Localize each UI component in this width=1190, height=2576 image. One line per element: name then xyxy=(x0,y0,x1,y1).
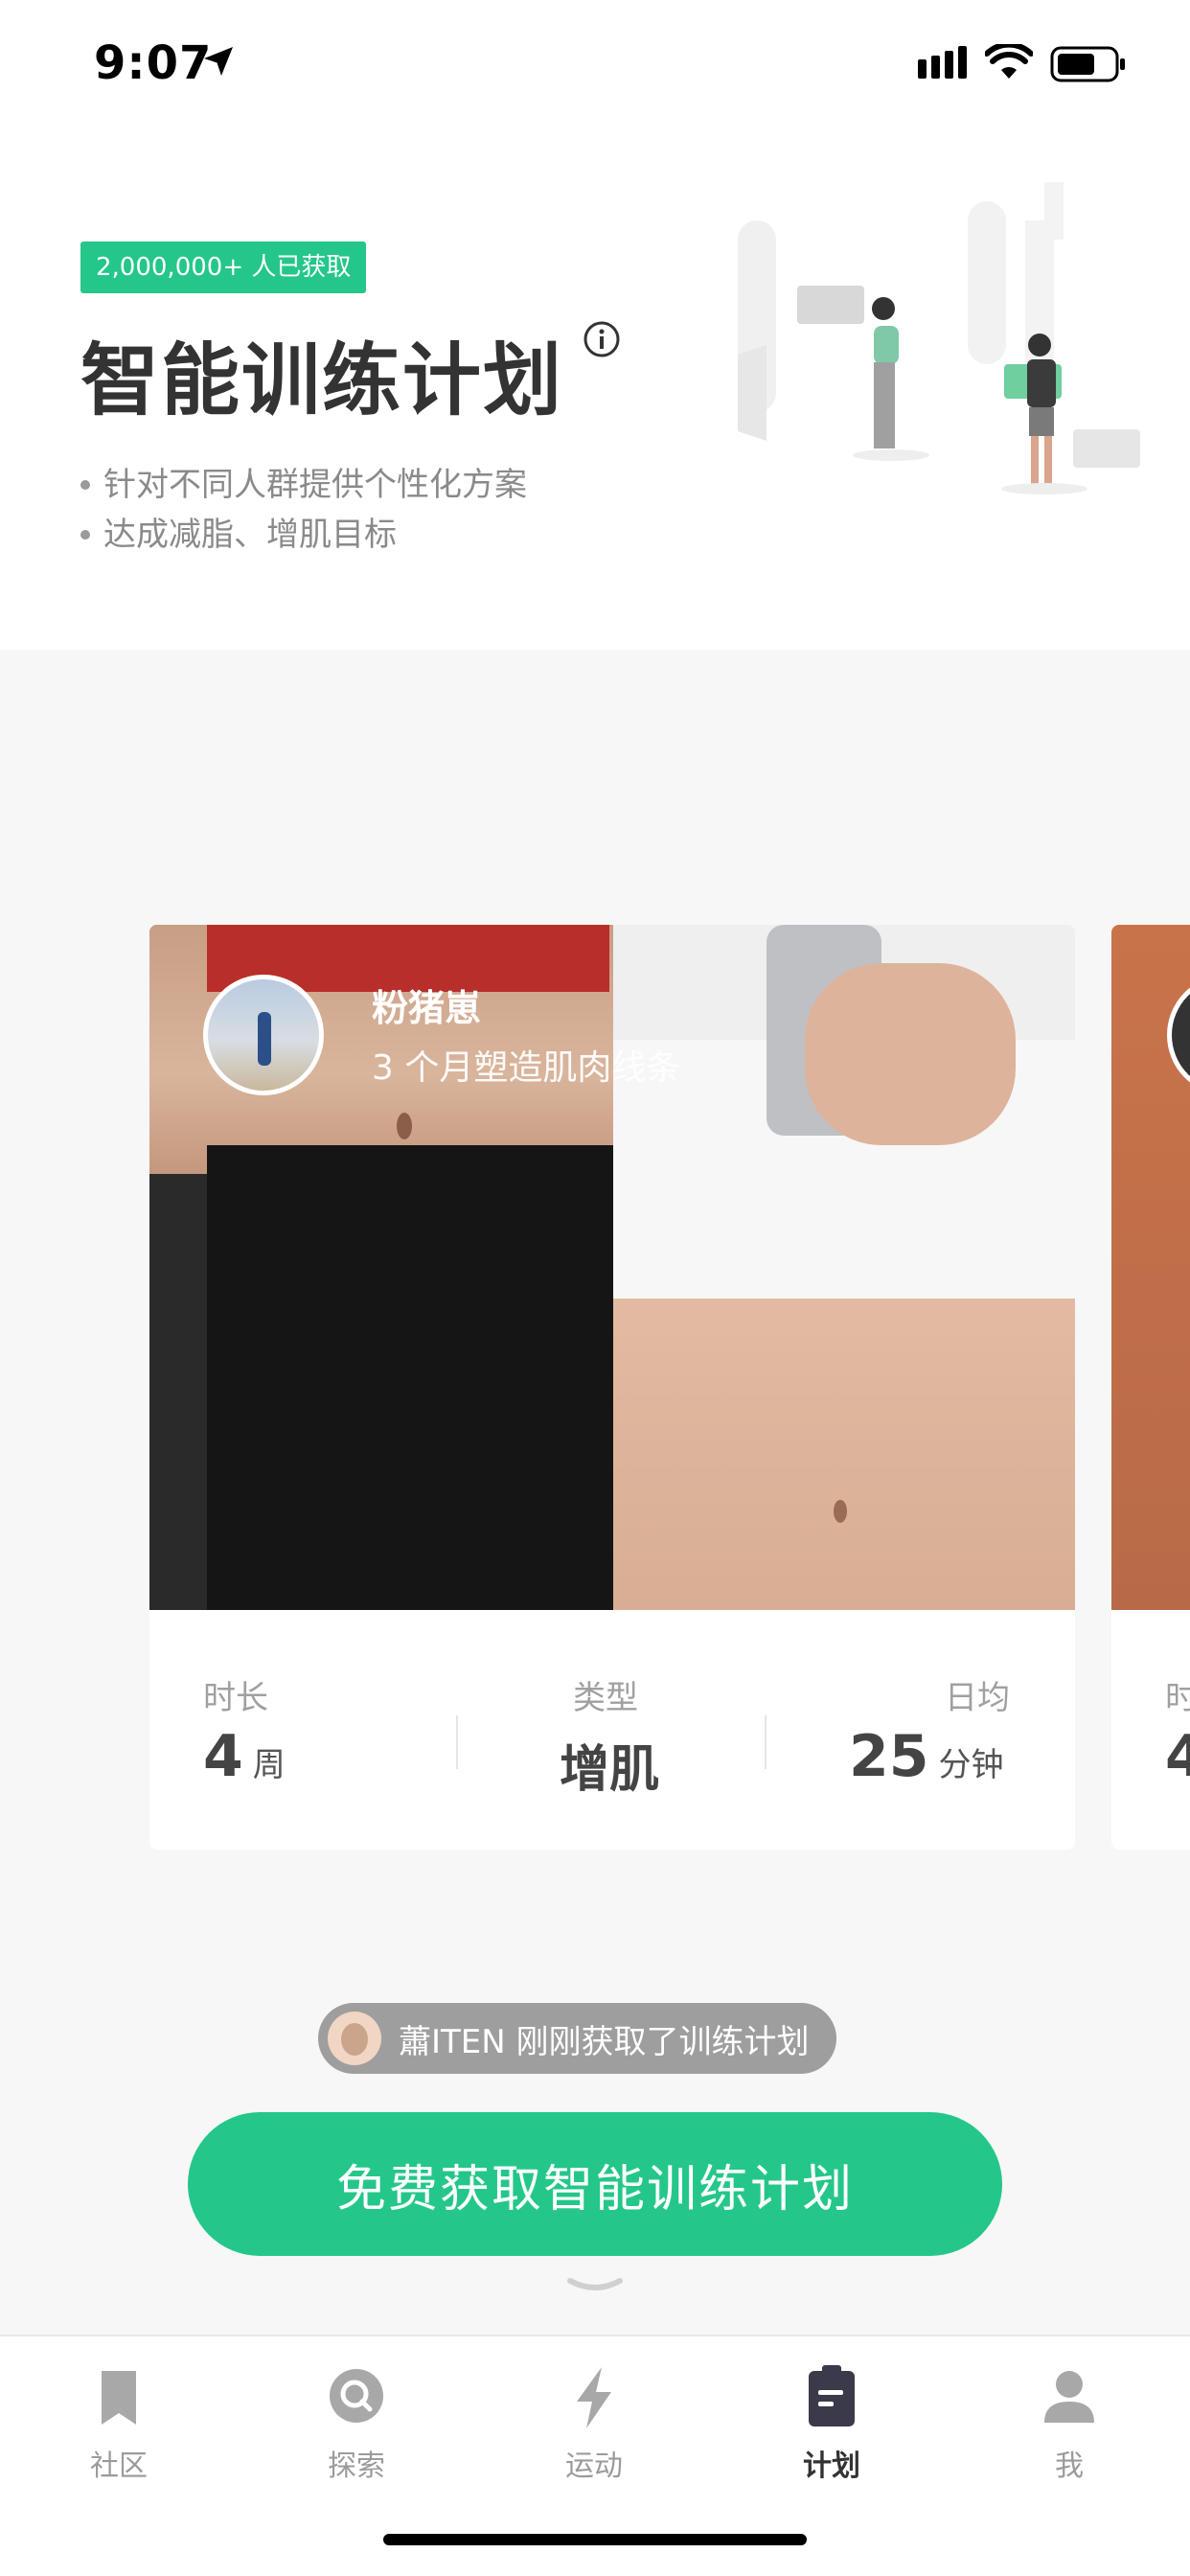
tab-label: 运动 xyxy=(565,2450,623,2483)
feature-item: 达成减脂、增肌目标 xyxy=(80,510,527,560)
page-title: 智能训练计划 xyxy=(80,335,564,426)
plan-card[interactable]: 粉猪崽 3 个月塑造肌肉线条 时长 4周 类型 增肌 日均 25 分钟 xyxy=(149,925,1075,1850)
user-name: 粉猪崽 xyxy=(372,987,482,1029)
status-time: 9:07 xyxy=(94,36,213,90)
tab-label: 探索 xyxy=(328,2450,385,2483)
info-icon[interactable] xyxy=(583,320,621,358)
feature-item: 针对不同人群提供个性化方案 xyxy=(80,460,527,510)
tab-label: 社区 xyxy=(90,2450,148,2483)
lightning-icon xyxy=(577,2367,611,2428)
daily-label: 日均 xyxy=(945,1679,1010,1717)
bullet-icon xyxy=(80,530,90,540)
daily-number: 25 xyxy=(849,1723,929,1790)
plan-stats: 时长 4周 类型 增肌 日均 25 分钟 xyxy=(149,1610,1075,1850)
bullet-icon xyxy=(80,480,90,490)
feature-list: 针对不同人群提供个性化方案 达成减脂、增肌目标 xyxy=(80,460,527,560)
duration-unit: 周 xyxy=(252,1746,286,1784)
type-label: 类型 xyxy=(573,1679,638,1717)
search-icon xyxy=(330,2369,383,2423)
tab-me[interactable]: 我 xyxy=(950,2359,1188,2484)
notice-avatar xyxy=(328,2012,381,2065)
get-plan-button[interactable]: 免费获取智能训练计划 xyxy=(188,2112,1002,2256)
plan-cards-carousel[interactable]: 粉猪崽 3 个月塑造肌肉线条 时长 4周 类型 增肌 日均 25 分钟 时 4 xyxy=(0,925,1190,1850)
plan-stats: 时 4 xyxy=(1111,1610,1190,1850)
training-illustration xyxy=(738,182,1140,494)
clipboard-icon xyxy=(809,2365,855,2426)
daily-value: 25 分钟 xyxy=(849,1723,1004,1790)
tab-community[interactable]: 社区 xyxy=(0,2359,238,2484)
next-card-photo xyxy=(1111,925,1190,1610)
battery-icon xyxy=(1050,46,1125,82)
duration-label: 时长 xyxy=(203,1679,268,1717)
tab-label: 我 xyxy=(1055,2450,1084,2483)
tab-workout[interactable]: 运动 xyxy=(475,2359,713,2484)
duration-number: 4 xyxy=(203,1723,243,1790)
notice-text: 蕭ITEN 刚刚获取了训练计划 xyxy=(399,2022,810,2061)
type-value: 增肌 xyxy=(560,1741,660,1799)
bookmark-icon xyxy=(102,2371,136,2425)
tab-explore[interactable]: 探索 xyxy=(238,2359,475,2484)
plan-card-next[interactable]: 时 4 xyxy=(1111,925,1190,1850)
duration-label: 时 xyxy=(1165,1679,1190,1717)
home-indicator[interactable] xyxy=(383,2534,807,2545)
daily-unit: 分钟 xyxy=(938,1746,1004,1784)
tab-label: 计划 xyxy=(803,2450,860,2483)
duration-value: 4周 xyxy=(203,1723,286,1790)
tab-plan[interactable]: 计划 xyxy=(713,2359,950,2484)
user-avatar xyxy=(1167,975,1190,1095)
users-count-badge: 2,000,000+ 人已获取 xyxy=(80,242,367,293)
stat-divider xyxy=(765,1715,767,1769)
chevron-down-icon[interactable] xyxy=(566,2277,624,2296)
feature-text: 达成减脂、增肌目标 xyxy=(103,516,397,554)
wifi-icon xyxy=(985,44,1033,79)
signal-icon xyxy=(918,46,967,79)
user-description: 3 个月塑造肌肉线条 xyxy=(372,1048,681,1088)
activity-notice: 蕭ITEN 刚刚获取了训练计划 xyxy=(318,2003,836,2074)
duration-value: 4 xyxy=(1165,1723,1190,1790)
plan-intro-header: 2,000,000+ 人已获取 智能训练计划 针对不同人群提供个性化方案 达成减… xyxy=(0,125,1190,650)
after-photo xyxy=(613,925,1075,1610)
status-bar: 9:07 xyxy=(0,0,1190,125)
feature-text: 针对不同人群提供个性化方案 xyxy=(103,466,527,504)
location-arrow-icon xyxy=(204,47,233,76)
before-after-photo: 粉猪崽 3 个月塑造肌肉线条 xyxy=(149,925,1075,1610)
profile-icon xyxy=(1044,2371,1094,2423)
user-avatar[interactable] xyxy=(203,975,324,1095)
stat-divider xyxy=(456,1715,458,1769)
